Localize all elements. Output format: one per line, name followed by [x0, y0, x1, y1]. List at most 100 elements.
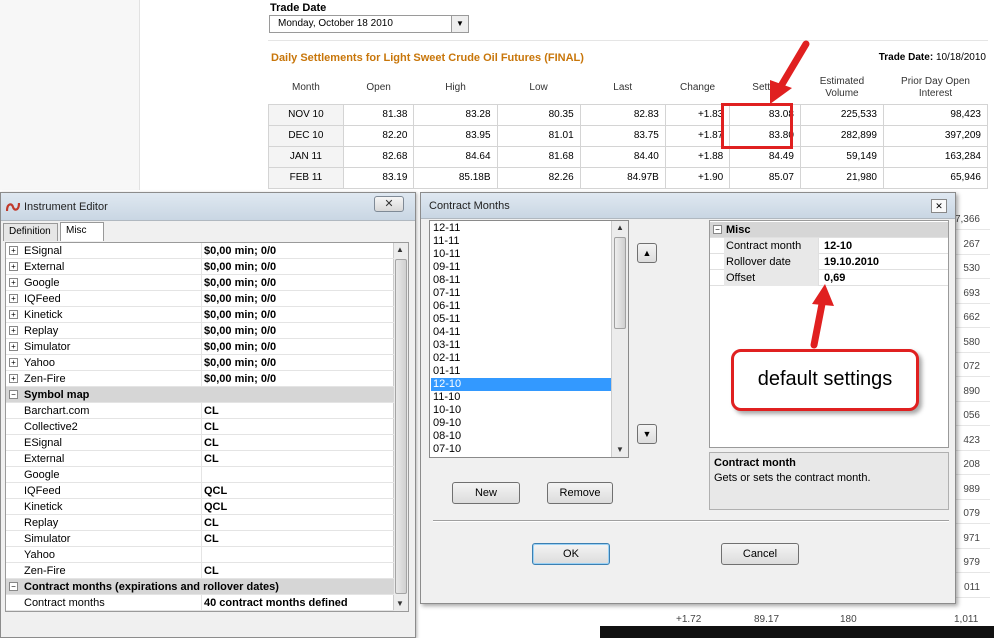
list-scrollbar[interactable]: ▲ ▼ [611, 221, 628, 457]
property-row[interactable]: Google [6, 467, 394, 483]
property-value[interactable]: $0,00 min; 0/0 [201, 243, 394, 259]
property-row[interactable]: Yahoo [6, 547, 394, 563]
move-up-button[interactable]: ▲ [637, 243, 657, 263]
property-row[interactable]: Replay CL [6, 515, 394, 531]
list-item[interactable]: 10-11 [431, 248, 611, 261]
prop-contract-month[interactable]: Contract month 12-10 [710, 238, 948, 254]
collapse-icon[interactable]: − [9, 582, 18, 591]
prop-value[interactable]: 19.10.2010 [818, 254, 948, 270]
list-item[interactable]: 11-10 [431, 391, 611, 404]
list-item[interactable]: 08-10 [431, 430, 611, 443]
property-value[interactable]: $0,00 min; 0/0 [201, 355, 394, 371]
list-item[interactable]: 08-11 [431, 274, 611, 287]
new-button[interactable]: New [452, 482, 520, 504]
collapse-icon[interactable]: − [9, 390, 18, 399]
list-item[interactable]: 04-11 [431, 326, 611, 339]
list-item[interactable]: 11-11 [431, 235, 611, 248]
scroll-down-icon[interactable]: ▼ [396, 599, 404, 608]
property-row[interactable]: IQFeed QCL [6, 483, 394, 499]
property-row[interactable]: ESignal CL [6, 435, 394, 451]
property-row[interactable]: + Kinetick $0,00 min; 0/0 [6, 307, 394, 323]
property-value[interactable]: QCL [201, 499, 394, 515]
property-value[interactable]: $0,00 min; 0/0 [201, 323, 394, 339]
scrollbar-thumb[interactable] [614, 237, 626, 329]
list-item[interactable]: 07-11 [431, 287, 611, 300]
property-value[interactable]: CL [201, 403, 394, 419]
property-row[interactable]: Contract months 40 contract months define… [6, 595, 394, 611]
list-item[interactable]: 12-11 [431, 222, 611, 235]
contract-months-titlebar[interactable]: Contract Months ✕ [421, 193, 955, 219]
property-row[interactable]: Simulator CL [6, 531, 394, 547]
property-value[interactable]: $0,00 min; 0/0 [201, 371, 394, 387]
list-item[interactable]: 05-11 [431, 313, 611, 326]
scroll-up-icon[interactable]: ▲ [396, 245, 404, 254]
list-item[interactable]: 09-10 [431, 417, 611, 430]
category-row[interactable]: − Symbol map [6, 387, 394, 403]
property-row[interactable]: + External $0,00 min; 0/0 [6, 259, 394, 275]
move-down-button[interactable]: ▼ [637, 424, 657, 444]
remove-button[interactable]: Remove [547, 482, 613, 504]
expand-icon[interactable]: + [9, 278, 18, 287]
property-value[interactable]: CL [201, 419, 394, 435]
list-item[interactable]: 07-10 [431, 443, 611, 456]
close-icon[interactable]: ✕ [931, 199, 947, 213]
property-row[interactable]: Barchart.com CL [6, 403, 394, 419]
list-item[interactable]: 01-11 [431, 365, 611, 378]
prop-value[interactable]: 12-10 [818, 238, 948, 254]
property-row[interactable]: + Simulator $0,00 min; 0/0 [6, 339, 394, 355]
tab-definition[interactable]: Definition [3, 223, 58, 241]
category-misc[interactable]: − Misc [710, 222, 948, 238]
collapse-icon[interactable]: − [713, 225, 722, 234]
list-item[interactable]: 10-10 [431, 404, 611, 417]
misc-property-grid[interactable]: ▲ ▼ + ESignal $0,00 min; 0/0 + External $0,00… [5, 242, 409, 612]
expand-icon[interactable]: + [9, 374, 18, 383]
expand-icon[interactable]: + [9, 310, 18, 319]
expand-icon[interactable]: + [9, 342, 18, 351]
property-value[interactable]: $0,00 min; 0/0 [201, 307, 394, 323]
ok-button[interactable]: OK [532, 543, 610, 565]
property-row[interactable]: + Zen-Fire $0,00 min; 0/0 [6, 371, 394, 387]
cancel-button[interactable]: Cancel [721, 543, 799, 565]
property-value[interactable] [201, 467, 394, 483]
expand-icon[interactable]: + [9, 246, 18, 255]
prop-value[interactable]: 0,69 [818, 270, 948, 286]
property-row[interactable]: External CL [6, 451, 394, 467]
close-button[interactable]: ✕ [374, 196, 404, 212]
property-row[interactable]: Zen-Fire CL [6, 563, 394, 579]
property-value[interactable]: $0,00 min; 0/0 [201, 275, 394, 291]
expand-icon[interactable]: + [9, 262, 18, 271]
property-row[interactable]: + Replay $0,00 min; 0/0 [6, 323, 394, 339]
instrument-editor-titlebar[interactable]: Instrument Editor ✕ [1, 193, 415, 221]
property-value[interactable]: QCL [201, 483, 394, 499]
contract-months-list[interactable]: ▲ ▼ 12-11 11-11 10-11 09-11 08-11 07-11 06-11 0… [429, 220, 629, 458]
property-value[interactable]: CL [201, 515, 394, 531]
property-value[interactable]: CL [201, 531, 394, 547]
property-row[interactable]: + Yahoo $0,00 min; 0/0 [6, 355, 394, 371]
prop-offset[interactable]: Offset 0,69 [710, 270, 948, 286]
property-value[interactable]: CL [201, 451, 394, 467]
property-value[interactable]: 40 contract months defined [201, 595, 394, 611]
expand-icon[interactable]: + [9, 294, 18, 303]
property-value[interactable]: $0,00 min; 0/0 [201, 259, 394, 275]
property-row[interactable]: Collective2 CL [6, 419, 394, 435]
expand-icon[interactable]: + [9, 326, 18, 335]
list-item[interactable]: 02-11 [431, 352, 611, 365]
property-row[interactable]: + Google $0,00 min; 0/0 [6, 275, 394, 291]
expand-icon[interactable]: + [9, 358, 18, 367]
list-item[interactable]: 09-11 [431, 261, 611, 274]
property-grid-scrollbar[interactable]: ▲ ▼ [393, 243, 408, 611]
prop-rollover-date[interactable]: Rollover date 19.10.2010 [710, 254, 948, 270]
scroll-down-icon[interactable]: ▼ [616, 445, 624, 454]
tab-misc[interactable]: Misc [60, 222, 104, 241]
trade-date-select[interactable]: Monday, October 18 2010 ▼ [269, 15, 469, 33]
property-row[interactable]: + ESignal $0,00 min; 0/0 [6, 243, 394, 259]
contract-month-property-grid[interactable]: − Misc Contract month 12-10 Rollover dat… [709, 220, 949, 448]
list-item[interactable]: 03-11 [431, 339, 611, 352]
property-row[interactable]: + IQFeed $0,00 min; 0/0 [6, 291, 394, 307]
property-value[interactable]: CL [201, 435, 394, 451]
chevron-down-icon[interactable]: ▼ [451, 16, 468, 32]
property-value[interactable]: $0,00 min; 0/0 [201, 291, 394, 307]
property-value[interactable] [201, 547, 394, 563]
scroll-up-icon[interactable]: ▲ [616, 223, 624, 232]
list-item[interactable]: 12-10 [431, 378, 611, 391]
